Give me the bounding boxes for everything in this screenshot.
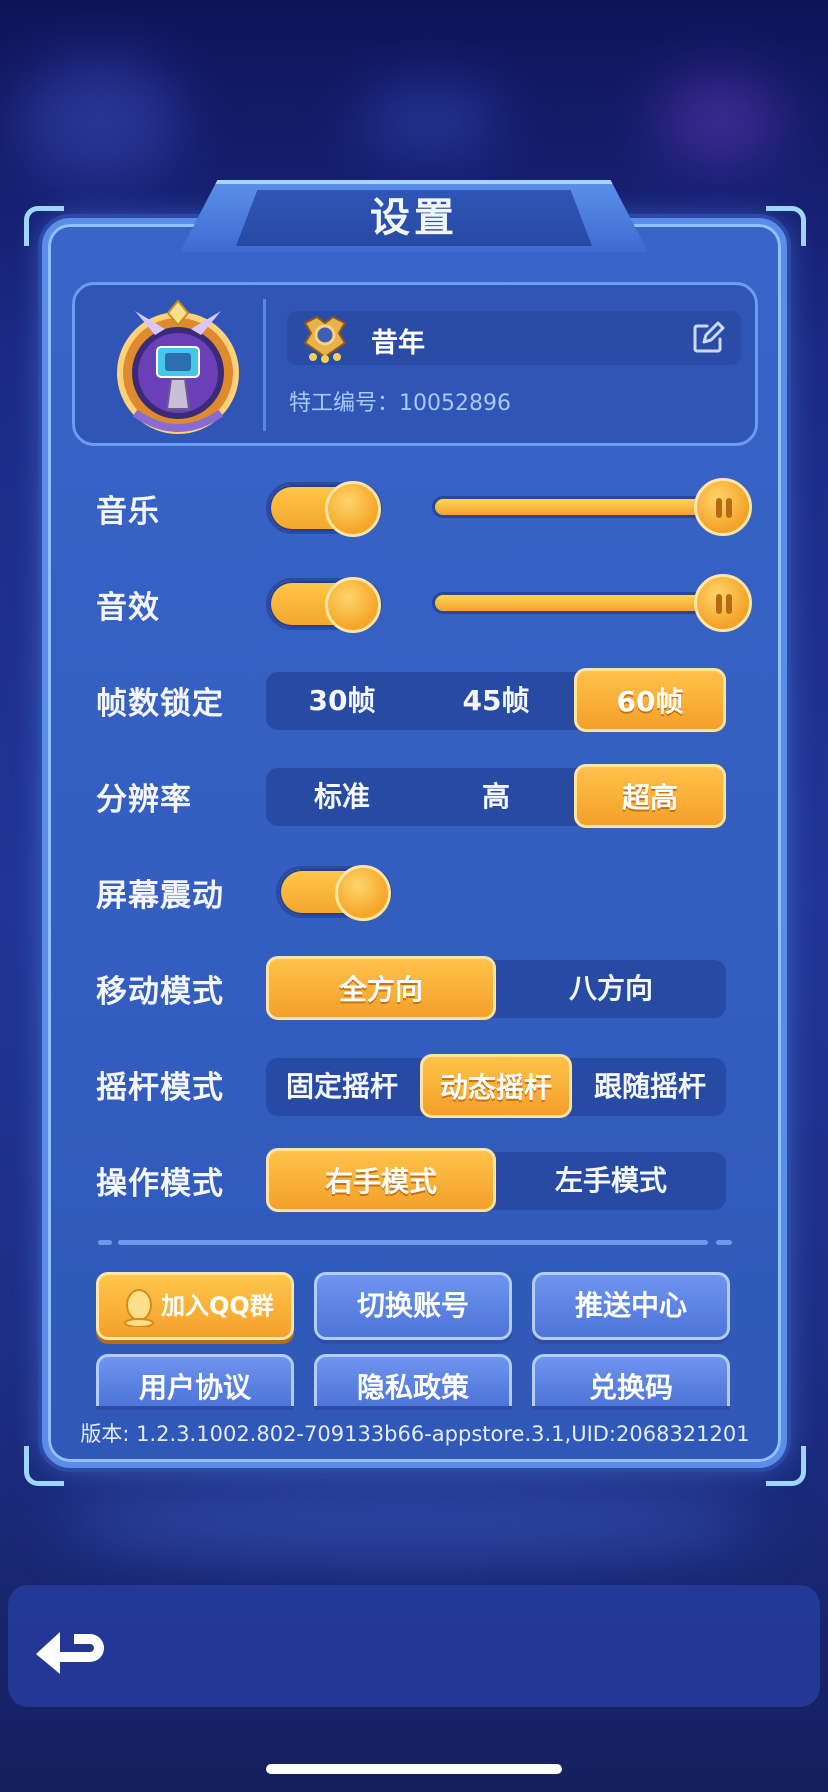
control-mode-option-right[interactable]: 右手模式 [266,1148,496,1212]
toggle-knob [325,577,381,633]
background-blur [360,90,500,150]
version-info: 版本: 1.2.3.1002.802-709133b66-appstore.3.… [80,1422,750,1446]
move-mode-label: 移动模式 [96,974,224,1010]
switch-account-button[interactable]: 切换账号 [314,1272,512,1340]
qq-penguin-icon [124,1289,154,1327]
home-indicator [266,1764,562,1774]
joystick-mode-label: 摇杆模式 [96,1070,224,1106]
background-blur [660,80,780,160]
user-agreement-button[interactable]: 用户协议 [96,1354,294,1406]
profile-card: 昔年 特工编号：10052896 [72,282,758,446]
push-center-button[interactable]: 推送中心 [532,1272,730,1340]
control-mode-selector: 右手模式 左手模式 [266,1148,726,1212]
join-qq-group-label: 加入QQ群 [161,1292,274,1320]
agent-id: 特工编号：10052896 [289,385,511,417]
join-qq-group-button[interactable]: 加入QQ群 [96,1272,294,1340]
resolution-option-standard[interactable]: 标准 [266,768,418,826]
back-arrow-icon[interactable] [30,1626,110,1676]
redeem-code-button[interactable]: 兑换码 [532,1354,730,1406]
music-label: 音乐 [96,494,160,530]
panel-corner [24,1446,64,1486]
music-toggle[interactable] [266,481,382,537]
fps-option-60[interactable]: 60帧 [574,668,726,732]
control-mode-label: 操作模式 [96,1166,224,1202]
joystick-option-follow[interactable]: 跟随摇杆 [574,1058,726,1116]
agent-id-label: 特工编号： [289,391,400,416]
background-blur [20,60,180,180]
music-volume-thumb[interactable] [694,478,752,536]
background-blur [60,1480,760,1560]
bottom-bar [8,1585,820,1707]
sfx-label: 音效 [96,590,160,626]
resolution-label: 分辨率 [96,782,192,818]
section-divider [98,1240,732,1246]
fps-option-30[interactable]: 30帧 [266,672,418,730]
rank-badge-icon [303,315,347,363]
page-title: 设置 [370,195,458,241]
fps-option-45[interactable]: 45帧 [420,672,572,730]
joystick-option-dynamic[interactable]: 动态摇杆 [420,1054,572,1118]
joystick-option-fixed[interactable]: 固定摇杆 [266,1058,418,1116]
control-mode-option-left[interactable]: 左手模式 [496,1152,726,1210]
sfx-toggle[interactable] [266,577,382,633]
move-mode-option-eight[interactable]: 八方向 [496,960,726,1018]
agent-id-value: 10052896 [399,391,511,416]
screen-shake-toggle[interactable] [276,865,392,921]
joystick-mode-selector: 固定摇杆 动态摇杆 跟随摇杆 [266,1054,726,1118]
edit-icon[interactable] [691,321,725,355]
panel-corner [766,206,806,246]
move-mode-option-omni[interactable]: 全方向 [266,956,496,1020]
screen-shake-label: 屏幕震动 [96,878,224,914]
fps-lock-label: 帧数锁定 [96,686,224,722]
resolution-option-high[interactable]: 高 [420,768,572,826]
toggle-knob [335,865,391,921]
player-name: 昔年 [371,328,425,359]
profile-divider [263,299,266,431]
avatar-emblem-icon[interactable] [105,293,251,441]
move-mode-selector: 全方向 八方向 [266,956,726,1020]
sfx-volume-thumb[interactable] [694,574,752,632]
resolution-selector: 标准 高 超高 [266,764,726,828]
fps-lock-selector: 30帧 45帧 60帧 [266,668,726,732]
privacy-policy-button[interactable]: 隐私政策 [314,1354,512,1406]
resolution-option-ultra[interactable]: 超高 [574,764,726,828]
sfx-volume-slider[interactable] [432,592,732,614]
toggle-knob [325,481,381,537]
player-name-bar: 昔年 [287,311,741,365]
music-volume-slider[interactable] [432,496,732,518]
panel-corner [766,1446,806,1486]
panel-corner [24,206,64,246]
